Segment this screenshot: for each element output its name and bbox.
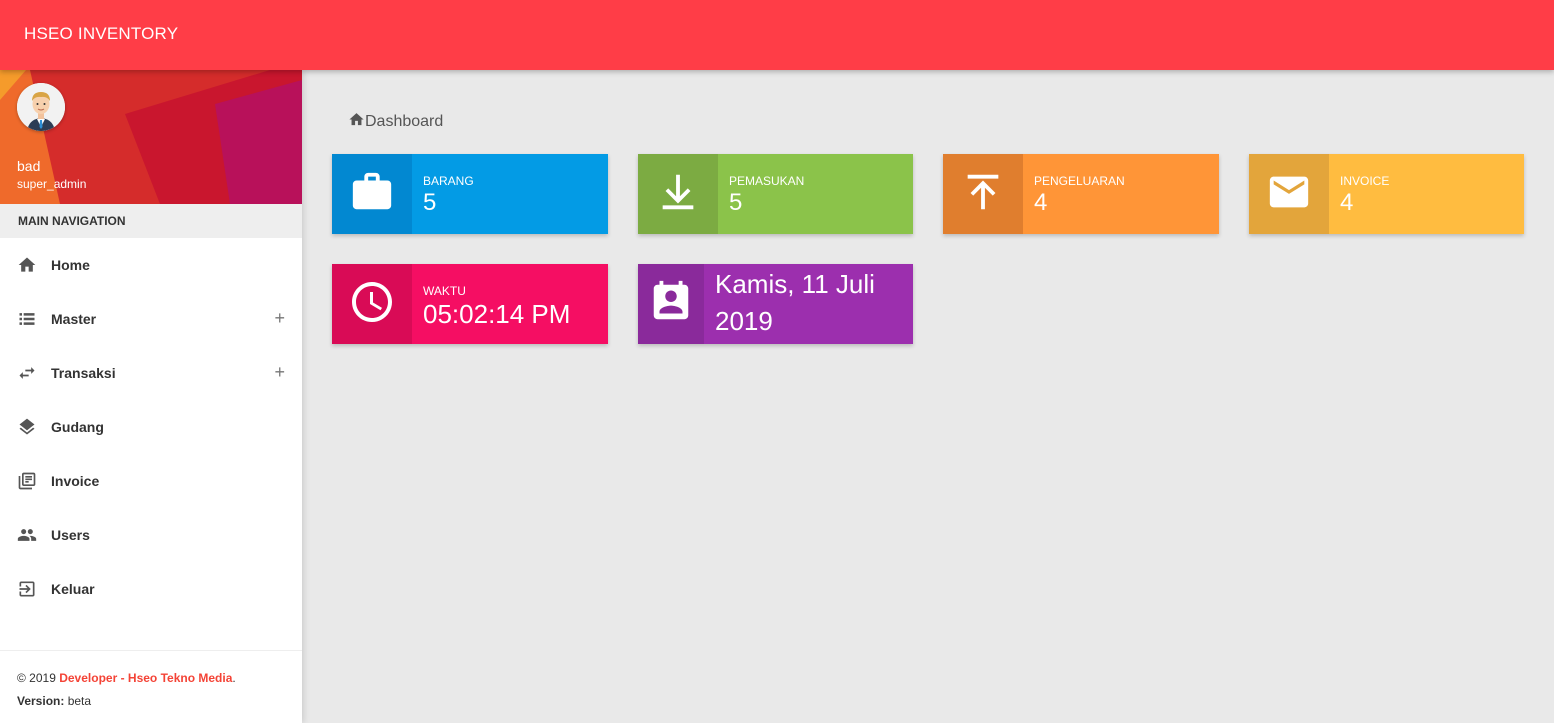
expand-icon[interactable]: + (274, 363, 285, 381)
breadcrumb-dashboard[interactable]: Dashboard (365, 113, 443, 131)
card-label: PENGELUARAN (1034, 174, 1125, 188)
swap-icon (17, 363, 37, 383)
app-title[interactable]: HSEO INVENTORY (24, 24, 178, 44)
card-tanggal[interactable]: Kamis, 11 Juli 2019 (638, 264, 913, 344)
card-value: 05:02:14 PM (423, 299, 571, 329)
sidebar-menu: Home Master + Transaksi + Gudang Invoice… (0, 238, 302, 616)
sidebar-item-label: Keluar (51, 581, 95, 597)
sidebar-item-label: Home (51, 257, 90, 273)
sidebar-item-master[interactable]: Master + (0, 292, 302, 346)
sidebar-item-label: Transaksi (51, 365, 116, 381)
breadcrumb: Dashboard (348, 111, 443, 133)
copyright-text: © 2019 (17, 671, 56, 685)
card-barang[interactable]: BARANG 5 (332, 154, 608, 234)
list-icon (17, 309, 37, 329)
clock-icon (348, 278, 396, 331)
developer-link[interactable]: Developer - Hseo Tekno Media (59, 671, 232, 685)
briefcase-icon (349, 169, 395, 220)
mail-icon (1266, 169, 1312, 220)
card-label: BARANG (423, 174, 474, 188)
home-icon[interactable] (348, 111, 365, 133)
card-invoice[interactable]: INVOICE 4 (1249, 154, 1524, 234)
sidebar-item-label: Master (51, 311, 97, 327)
card-label: WAKTU (423, 284, 466, 298)
user-info-panel: bad super_admin (0, 70, 302, 204)
layers-icon (17, 417, 37, 437)
sidebar-footer: © 2019 Developer - Hseo Tekno Media. Ver… (0, 650, 302, 723)
top-navbar: HSEO INVENTORY (0, 0, 1554, 70)
version-value: beta (67, 694, 92, 708)
version-label: Version: (17, 694, 65, 708)
expand-icon[interactable]: + (274, 309, 285, 327)
sidebar-item-transaksi[interactable]: Transaksi + (0, 346, 302, 400)
card-waktu[interactable]: WAKTU 05:02:14 PM (332, 264, 608, 344)
download-icon (655, 169, 701, 220)
card-value: 4 (1034, 189, 1048, 216)
sidebar-item-gudang[interactable]: Gudang (0, 400, 302, 454)
sidebar-item-label: Gudang (51, 419, 104, 435)
exit-icon (17, 579, 37, 599)
main-navigation-header: MAIN NAVIGATION (0, 204, 302, 238)
card-value: 5 (423, 189, 437, 216)
sidebar-item-keluar[interactable]: Keluar (0, 562, 302, 616)
card-value: 5 (729, 189, 743, 216)
card-label: PEMASUKAN (729, 174, 805, 188)
home-icon (17, 255, 37, 275)
sidebar-item-label: Invoice (51, 473, 100, 489)
library-books-icon (17, 471, 37, 491)
card-date-value: Kamis, 11 Juli 2019 (715, 269, 875, 336)
copyright-line: © 2019 Developer - Hseo Tekno Media. (17, 667, 302, 690)
card-pemasukan[interactable]: PEMASUKAN 5 (638, 154, 913, 234)
version-line: Version: beta (17, 690, 302, 713)
card-value: 4 (1340, 189, 1354, 216)
contact-calendar-icon (648, 279, 694, 330)
upload-icon (960, 169, 1006, 220)
copyright-period: . (232, 671, 236, 685)
user-name: bad (17, 158, 41, 174)
user-role: super_admin (17, 177, 87, 191)
sidebar-item-label: Users (51, 527, 90, 543)
sidebar-item-home[interactable]: Home (0, 238, 302, 292)
sidebar: bad super_admin MAIN NAVIGATION Home Mas… (0, 70, 302, 723)
sidebar-item-invoice[interactable]: Invoice (0, 454, 302, 508)
people-icon (17, 525, 37, 545)
card-label: INVOICE (1340, 174, 1390, 188)
avatar[interactable] (17, 83, 65, 131)
sidebar-item-users[interactable]: Users (0, 508, 302, 562)
card-pengeluaran[interactable]: PENGELUARAN 4 (943, 154, 1219, 234)
